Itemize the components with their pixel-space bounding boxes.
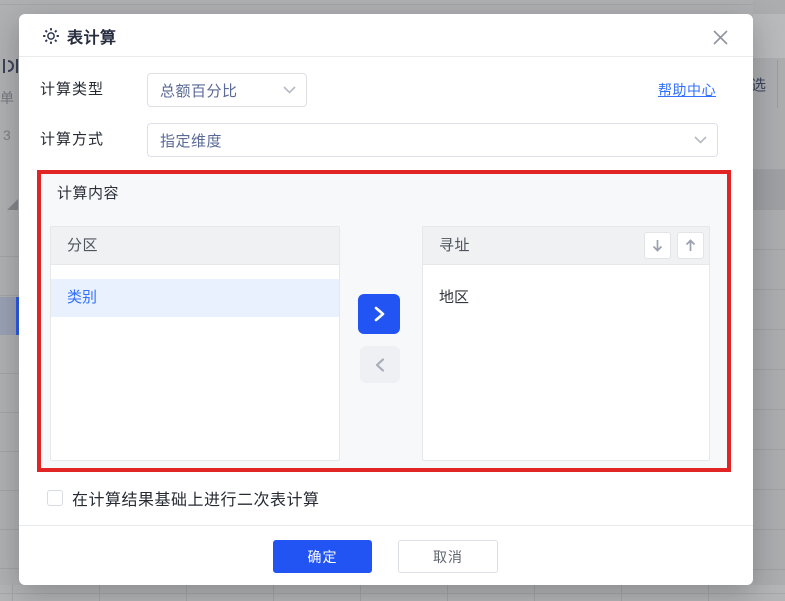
confirm-button[interactable]: 确定 — [273, 540, 372, 573]
calc-type-label: 计算类型 — [40, 73, 104, 107]
background-table-rows — [0, 218, 19, 601]
partition-list-header: 分区 — [51, 227, 339, 265]
clipped-column-text: 单 — [0, 88, 14, 108]
clipped-toolbar-icon — [1, 56, 19, 76]
chevron-left-icon — [375, 358, 385, 372]
help-center-link[interactable]: 帮助中心 — [658, 80, 716, 100]
background-bottom-table-band — [0, 585, 785, 601]
clipped-cell-value: 3 — [3, 127, 11, 143]
dialog-title-group: 表计算 — [42, 14, 117, 57]
close-icon[interactable] — [709, 26, 731, 48]
calc-type-value: 总额百分比 — [148, 80, 283, 101]
background-row-line — [0, 593, 785, 594]
chevron-down-icon — [694, 136, 717, 144]
move-right-button[interactable] — [358, 294, 400, 334]
gear-icon — [42, 27, 60, 45]
chevron-right-icon — [374, 306, 385, 322]
background-left-table-strip: 单 3 — [0, 0, 19, 601]
footer-divider — [19, 525, 753, 526]
arrow-down-icon — [652, 239, 663, 252]
calc-method-select[interactable]: 指定维度 — [147, 123, 718, 157]
table-corner-triangle-icon — [7, 199, 18, 210]
background-toolbar-band — [753, 14, 785, 58]
dialog-title: 表计算 — [67, 24, 117, 48]
table-calculation-dialog: 表计算 计算类型 总额百分比 帮助中心 计算方式 指定维度 计算内容 分区 类别 — [19, 14, 753, 585]
background-header-cell — [753, 170, 785, 210]
calc-method-label: 计算方式 — [40, 123, 104, 157]
addressing-listbox: 寻址 地区 — [422, 226, 710, 461]
move-left-button[interactable] — [360, 346, 400, 383]
move-up-button[interactable] — [677, 232, 704, 259]
calc-type-select[interactable]: 总额百分比 — [147, 73, 307, 107]
calc-method-value: 指定维度 — [148, 130, 694, 151]
cancel-button[interactable]: 取消 — [398, 540, 498, 573]
chevron-down-icon — [283, 86, 306, 94]
list-item[interactable]: 类别 — [51, 279, 339, 317]
background-divider — [777, 60, 778, 108]
list-item[interactable]: 地区 — [423, 279, 709, 317]
partition-list-body: 类别 — [51, 265, 339, 317]
background-right-table-strip: 选 — [753, 0, 785, 601]
partition-listbox: 分区 类别 — [50, 226, 340, 461]
clipped-filter-text: 选 — [753, 74, 766, 95]
addressing-list-body: 地区 — [423, 265, 709, 317]
calc-content-section: 计算内容 分区 类别 寻址 — [37, 170, 731, 472]
dialog-header: 表计算 — [19, 14, 753, 57]
secondary-calc-checkbox[interactable] — [47, 490, 63, 506]
arrow-up-icon — [685, 239, 696, 252]
move-down-button[interactable] — [644, 232, 671, 259]
secondary-calc-label: 在计算结果基础上进行二次表计算 — [72, 486, 320, 510]
addressing-list-title: 寻址 — [439, 237, 470, 254]
background-toolbar-edge — [0, 4, 785, 5]
calc-content-title: 计算内容 — [57, 182, 119, 206]
addressing-list-header: 寻址 — [423, 227, 709, 265]
secondary-calc-row: 在计算结果基础上进行二次表计算 — [47, 482, 320, 514]
